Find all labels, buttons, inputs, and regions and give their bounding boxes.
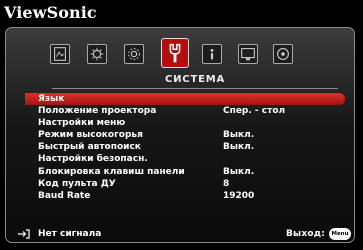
menu-tabs	[46, 38, 346, 70]
menu-item-baud-rate[interactable]: Baud Rate 19200	[25, 190, 345, 202]
menu-item-label: Режим высокогорья	[38, 130, 143, 141]
menu-item-value: Выкл.	[223, 142, 255, 153]
menu-item-security-settings[interactable]: Настройки безопасн.	[25, 153, 345, 165]
menu-item-value: Выкл.	[223, 130, 255, 141]
menu-item-projector-position[interactable]: Положение проектора Спер. - стол	[25, 105, 345, 117]
menu-item-language[interactable]: Язык	[25, 93, 345, 106]
section-divider	[52, 88, 338, 89]
menu-item-value: 8	[223, 178, 230, 189]
brand-logo: ViewSonic	[4, 3, 97, 22]
section-title: СИСТЕМА	[165, 74, 225, 85]
image-settings-icon[interactable]	[87, 44, 107, 64]
osd-menu-panel: СИСТЕМА Язык Положение проектора Спер. -…	[5, 27, 355, 243]
menu-item-quick-auto-search[interactable]: Быстрый автопоиск Выкл.	[25, 141, 345, 153]
menu-item-label: Код пульта ДУ	[38, 178, 116, 189]
menu-item-label: Baud Rate	[38, 190, 91, 201]
settings-list: Язык Положение проектора Спер. - стол На…	[25, 93, 345, 202]
advanced-icon[interactable]	[124, 44, 144, 64]
menu-button[interactable]: Menu	[329, 228, 351, 240]
audio-icon[interactable]	[273, 44, 293, 64]
signal-status: Нет сигнала	[38, 229, 102, 239]
exit-hint: Выход:	[285, 229, 325, 239]
menu-item-remote-code[interactable]: Код пульта ДУ 8	[25, 178, 345, 190]
input-source-icon	[18, 229, 30, 239]
info-icon[interactable]	[202, 44, 222, 64]
menu-item-label: Блокировка клавиш панели	[38, 166, 185, 177]
picture-icon[interactable]	[50, 44, 70, 64]
display-icon[interactable]	[238, 44, 258, 64]
system-icon[interactable]	[161, 38, 189, 68]
status-footer: Нет сигнала Выход: Menu	[18, 228, 351, 242]
menu-item-menu-settings[interactable]: Настройки меню	[25, 117, 345, 129]
menu-item-label: Положение проектора	[38, 106, 157, 117]
menu-item-value: Выкл.	[223, 166, 255, 177]
menu-item-label: Язык	[38, 94, 65, 104]
menu-item-value: Спер. - стол	[223, 106, 286, 117]
menu-item-label: Настройки меню	[38, 118, 126, 129]
menu-item-value: 19200	[223, 190, 255, 201]
menu-item-high-altitude-mode[interactable]: Режим высокогорья Выкл.	[25, 129, 345, 141]
menu-item-label: Быстрый автопоиск	[38, 142, 141, 153]
menu-item-panel-key-lock[interactable]: Блокировка клавиш панели Выкл.	[25, 166, 345, 178]
menu-item-label: Настройки безопасн.	[38, 154, 148, 165]
